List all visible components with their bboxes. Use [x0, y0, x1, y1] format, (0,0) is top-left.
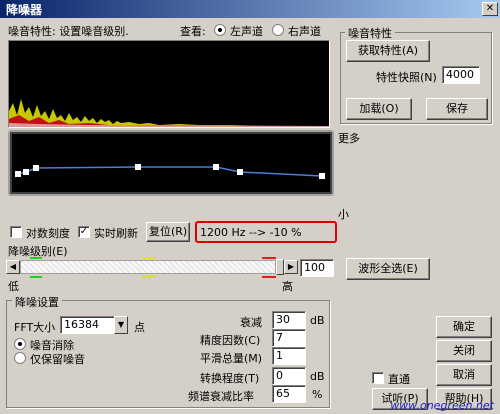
right-channel-label[interactable]: 右声道 — [288, 23, 321, 39]
cancel-button[interactable]: 取消 — [436, 364, 492, 386]
curve-point[interactable] — [33, 165, 39, 171]
noise-spectrum-display — [8, 40, 330, 128]
bypass-checkbox[interactable] — [372, 372, 384, 384]
load-button[interactable]: 加载(O) — [346, 98, 412, 120]
snapshots-label: 特性快照(N) — [376, 71, 437, 84]
fft-size-label: FFT大小 — [14, 321, 56, 334]
reduction-curve-editor[interactable] — [12, 134, 330, 192]
high-label: 高 — [282, 280, 293, 293]
watermark: www.onegreen.net — [390, 399, 494, 412]
spectrum-plot — [9, 99, 329, 127]
curve-point[interactable] — [213, 164, 219, 170]
window-title: 降噪器 — [6, 3, 43, 17]
less-label: 小 — [338, 208, 349, 221]
transition-unit: dB — [310, 370, 325, 383]
close-button[interactable]: 关闭 — [436, 340, 492, 362]
log-scale-label[interactable]: 对数刻度 — [26, 225, 70, 241]
transition-field[interactable]: 0 — [272, 367, 306, 385]
high-marker-bottom — [262, 276, 276, 278]
chevron-down-icon[interactable]: ▼ — [114, 316, 128, 334]
log-scale-checkbox[interactable] — [10, 226, 22, 238]
transition-label: 转换程度(T) — [200, 372, 260, 385]
title-bar: 降噪器 ✕ — [0, 0, 500, 18]
precision-field[interactable]: 7 — [272, 329, 306, 347]
left-channel-radio[interactable] — [214, 24, 226, 36]
get-profile-button[interactable]: 获取特性(A) — [346, 40, 430, 62]
mid-marker — [142, 257, 156, 259]
reduction-unit: dB — [310, 314, 325, 327]
keep-noise-radio[interactable] — [14, 352, 26, 364]
slider-right-arrow-icon[interactable]: ▶ — [284, 260, 298, 274]
live-update-checkbox[interactable]: ✓ — [78, 226, 90, 238]
settings-group-title: 降噪设置 — [12, 294, 62, 310]
fft-size-select[interactable]: 16384 — [60, 316, 116, 334]
smoothing-label: 平滑总量(M) — [200, 352, 263, 365]
noise-profile-label: 噪音特性: 设置噪音级别. — [8, 25, 129, 38]
live-update-label[interactable]: 实时刷新 — [94, 225, 138, 241]
curve-point[interactable] — [135, 164, 141, 170]
low-marker — [30, 257, 42, 259]
select-all-button[interactable]: 波形全选(E) — [346, 258, 430, 280]
ok-button[interactable]: 确定 — [436, 316, 492, 338]
slider-thumb[interactable] — [276, 259, 284, 275]
left-channel-label[interactable]: 左声道 — [230, 23, 263, 39]
more-label: 更多 — [338, 132, 360, 145]
reduction-curve[interactable] — [12, 134, 330, 192]
reduction-label: 衰减 — [240, 316, 262, 329]
curve-point[interactable] — [319, 173, 325, 179]
bypass-label[interactable]: 直通 — [388, 371, 410, 387]
reset-button[interactable]: 复位(R) — [146, 222, 190, 242]
spectral-decay-unit: % — [312, 388, 323, 401]
right-channel-radio[interactable] — [272, 24, 284, 36]
spectral-decay-label: 频谱衰减比率 — [188, 390, 254, 403]
frequency-readout: 1200 Hz --> -10 % — [200, 226, 302, 239]
snapshots-field[interactable]: 4000 — [442, 66, 480, 84]
curve-point[interactable] — [23, 169, 29, 175]
reduction-level-slider[interactable] — [20, 260, 276, 274]
reduction-level-field[interactable]: 100 — [300, 259, 334, 277]
smoothing-field[interactable]: 1 — [272, 347, 306, 365]
noise-profile-group-title: 噪音特性 — [345, 25, 395, 41]
high-marker — [262, 257, 276, 259]
reduction-field[interactable]: 30 — [272, 311, 306, 329]
slider-left-arrow-icon[interactable]: ◀ — [6, 260, 20, 274]
low-label: 低 — [8, 280, 19, 293]
curve-point[interactable] — [15, 171, 21, 177]
fft-unit-label: 点 — [134, 321, 145, 334]
close-icon[interactable]: ✕ — [482, 2, 498, 16]
remove-noise-radio[interactable] — [14, 338, 26, 350]
low-marker-bottom — [30, 276, 42, 278]
view-label: 查看: — [180, 25, 206, 38]
curve-point[interactable] — [237, 169, 243, 175]
mid-marker-bottom — [142, 276, 156, 278]
save-button[interactable]: 保存 — [426, 98, 488, 120]
precision-label: 精度因数(C) — [200, 334, 261, 347]
keep-noise-label[interactable]: 仅保留噪音 — [30, 351, 85, 367]
spectral-decay-field[interactable]: 65 — [272, 385, 306, 403]
